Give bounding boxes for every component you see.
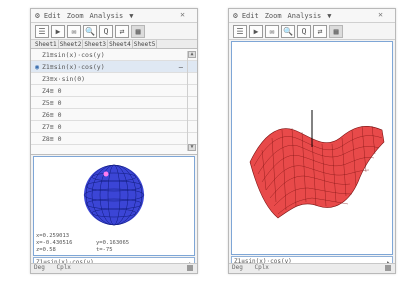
equation-row-selected[interactable]: ◉ Z1≡sin(x)·cos(y) — (31, 61, 197, 73)
menu-zoom[interactable]: Zoom (67, 12, 84, 20)
equation-row[interactable]: Z7≡ 0 (31, 121, 197, 133)
tab-sheet1[interactable]: Sheet1 (34, 40, 59, 48)
coord-z: z=0.58 (36, 247, 56, 253)
equation-text: Z1≡sin(x)·cos(y) (42, 50, 105, 59)
line-style-indicator[interactable]: — (179, 61, 183, 73)
coordinate-readout: x=0.259013 x=-0.430516 y=0.163065 z=0.58 t… (36, 233, 196, 254)
scroll-up-icon[interactable]: ▲ (188, 51, 196, 58)
equation-list: Z1≡sin(x)·cos(y) ◉ Z1≡sin(x)·cos(y) — Z3≡x… (31, 49, 197, 155)
equation-row[interactable]: Z6≡ 0 (31, 109, 197, 121)
status-angle: Deg (232, 264, 243, 271)
equation-row[interactable]: Z8≡ 0 (31, 133, 197, 145)
menu-zoom[interactable]: Zoom (265, 12, 282, 20)
equation-text: Z3≡x·sin(0) (42, 74, 86, 83)
toolbar-button-zoom[interactable]: 🔍 (281, 24, 295, 38)
equation-text: Z7≡ 0 (42, 122, 62, 131)
status-angle: Deg (34, 264, 45, 271)
close-icon[interactable]: ✕ (378, 10, 383, 19)
toolbar-button-grid[interactable]: ▦ (329, 24, 343, 38)
toolbar: ☰ ▶ ✉ 🔍 Q ⇄ ▦ (229, 23, 395, 40)
tab-sheet3[interactable]: Sheet3 (83, 40, 109, 48)
menu-edit[interactable]: Edit (44, 12, 61, 20)
toolbar-button-draw[interactable]: ✉ (265, 24, 279, 38)
radio-selected-icon[interactable]: ◉ (35, 61, 42, 73)
toolbar-button-zoom-q[interactable]: Q (297, 24, 311, 38)
coord-y: y=0.163065 (96, 240, 130, 246)
equation-scrollbar[interactable]: ▲ ▼ (187, 51, 196, 151)
surface-plot (249, 110, 385, 219)
battery-icon (187, 265, 193, 271)
equation-text: Z5≡ 0 (42, 98, 62, 107)
menu-bar: ⚙ Edit Zoom Analysis ▼ ✕ (229, 9, 395, 23)
equation-text: Z4≡ 0 (42, 86, 62, 95)
status-bar: Deg Cplx (229, 263, 395, 273)
menu-dropdown[interactable]: ▼ (327, 12, 331, 20)
toolbar-button-draw[interactable]: ✉ (67, 24, 81, 38)
gear-icon[interactable]: ⚙ (35, 11, 40, 20)
equation-row[interactable]: Z4≡ 0 (31, 85, 197, 97)
equation-text: Z1≡sin(x)·cos(y) (42, 62, 105, 71)
equation-row[interactable]: Z3≡x·sin(0) (31, 73, 197, 85)
status-complex: Cplx (56, 264, 71, 271)
scroll-down-icon[interactable]: ▼ (188, 144, 196, 151)
calculator-screen-left: ⚙ Edit Zoom Analysis ▼ ✕ ☰ ▶ ✉ 🔍 Q ⇄ ▦ S… (30, 8, 198, 274)
close-icon[interactable]: ✕ (180, 10, 185, 19)
trace-cursor[interactable] (103, 171, 109, 177)
equation-row[interactable]: Z1≡sin(x)·cos(y) (31, 49, 197, 61)
toolbar-button-grid[interactable]: ▦ (131, 24, 145, 38)
toolbar: ☰ ▶ ✉ 🔍 Q ⇄ ▦ (31, 23, 197, 40)
toolbar-button-run[interactable]: ▶ (51, 24, 65, 38)
equation-text: Z6≡ 0 (42, 110, 62, 119)
equation-text: Z8≡ 0 (42, 134, 62, 143)
coord-line1: x=0.259013 (36, 233, 70, 239)
tab-sheet4[interactable]: Sheet4 (108, 40, 133, 48)
menu-analysis[interactable]: Analysis (288, 12, 322, 20)
toolbar-button-swap[interactable]: ⇄ (313, 24, 327, 38)
status-complex: Cplx (254, 264, 269, 271)
coord-x: x=-0.430516 (36, 240, 73, 246)
battery-icon (385, 265, 391, 271)
sphere-plot (83, 164, 145, 226)
menu-edit[interactable]: Edit (242, 12, 259, 20)
graph-window-sphere[interactable]: x=0.259013 x=-0.430516 y=0.163065 z=0.58 t… (33, 156, 195, 256)
toolbar-button-menu[interactable]: ☰ (35, 24, 49, 38)
toolbar-button-swap[interactable]: ⇄ (115, 24, 129, 38)
sphere-surface (84, 165, 144, 225)
toolbar-button-zoom[interactable]: 🔍 (83, 24, 97, 38)
tab-sheet2[interactable]: Sheet2 (59, 40, 84, 48)
coord-t: t=-75 (96, 247, 113, 253)
tab-sheet5[interactable]: Sheet5 (133, 40, 158, 48)
gear-icon[interactable]: ⚙ (233, 11, 238, 20)
surface-mesh (249, 126, 385, 219)
menu-dropdown[interactable]: ▼ (129, 12, 133, 20)
status-bar: Deg Cplx (31, 263, 197, 273)
toolbar-button-zoom-q[interactable]: Q (99, 24, 113, 38)
graph-window-surface[interactable] (231, 41, 393, 255)
menu-analysis[interactable]: Analysis (90, 12, 124, 20)
toolbar-button-run[interactable]: ▶ (249, 24, 263, 38)
menu-bar: ⚙ Edit Zoom Analysis ▼ ✕ (31, 9, 197, 23)
calculator-screen-right: ⚙ Edit Zoom Analysis ▼ ✕ ☰ ▶ ✉ 🔍 Q ⇄ ▦ Z… (228, 8, 396, 274)
toolbar-button-menu[interactable]: ☰ (233, 24, 247, 38)
equation-row[interactable]: Z5≡ 0 (31, 97, 197, 109)
